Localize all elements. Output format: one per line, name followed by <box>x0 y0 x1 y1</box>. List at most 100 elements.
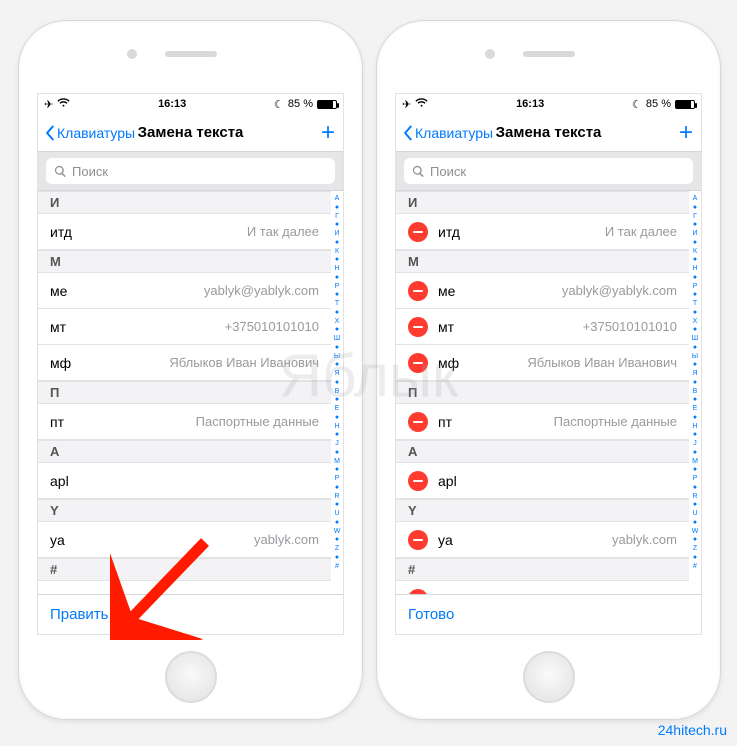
section-index[interactable]: А●Г●И●К●Н●Р●Т●Х●Ш●Ы●Я●B●E●H●J●M●P●R●U●W●… <box>689 191 701 594</box>
delete-button[interactable] <box>408 353 428 373</box>
index-letter[interactable]: B <box>331 388 343 397</box>
index-letter[interactable]: B <box>689 388 701 397</box>
shortcut-row[interactable]: V¯\_(ツ)_/¯ <box>396 581 689 594</box>
index-letter[interactable]: И <box>331 230 343 239</box>
index-letter[interactable]: ● <box>331 291 343 300</box>
index-letter[interactable]: W <box>331 528 343 537</box>
index-letter[interactable]: Ы <box>331 353 343 362</box>
index-letter[interactable]: U <box>331 510 343 519</box>
back-button[interactable]: Клавиатуры <box>402 125 493 141</box>
search-input[interactable]: Поиск <box>46 158 335 184</box>
index-letter[interactable]: ● <box>331 554 343 563</box>
shortcut-row[interactable]: птПаспортные данные <box>38 404 331 440</box>
index-letter[interactable]: R <box>331 493 343 502</box>
index-letter[interactable]: ● <box>331 519 343 528</box>
index-letter[interactable]: ● <box>689 554 701 563</box>
index-letter[interactable]: ● <box>331 536 343 545</box>
index-letter[interactable]: ● <box>689 431 701 440</box>
index-letter[interactable]: Ш <box>331 335 343 344</box>
index-letter[interactable]: Ы <box>689 353 701 362</box>
index-letter[interactable]: К <box>689 248 701 257</box>
index-letter[interactable]: Т <box>331 300 343 309</box>
section-index[interactable]: А●Г●И●К●Н●Р●Т●Х●Ш●Ы●Я●B●E●H●J●M●P●R●U●W●… <box>331 191 343 594</box>
index-letter[interactable]: ● <box>331 484 343 493</box>
shortcut-row[interactable]: меyablyk@yablyk.com <box>38 273 331 309</box>
index-letter[interactable]: R <box>689 493 701 502</box>
index-letter[interactable]: К <box>331 248 343 257</box>
index-letter[interactable]: J <box>331 440 343 449</box>
index-letter[interactable]: ● <box>689 221 701 230</box>
delete-button[interactable] <box>408 281 428 301</box>
index-letter[interactable]: ● <box>689 256 701 265</box>
add-button[interactable]: + <box>679 121 693 145</box>
index-letter[interactable]: Я <box>689 370 701 379</box>
delete-button[interactable] <box>408 222 428 242</box>
index-letter[interactable]: Z <box>689 545 701 554</box>
index-letter[interactable]: M <box>689 458 701 467</box>
shortcut-row[interactable]: yayablyk.com <box>38 522 331 558</box>
shortcut-row[interactable]: мт+375010101010 <box>38 309 331 345</box>
index-letter[interactable]: ● <box>689 344 701 353</box>
add-button[interactable]: + <box>321 121 335 145</box>
index-letter[interactable]: Р <box>689 283 701 292</box>
index-letter[interactable]: E <box>689 405 701 414</box>
delete-button[interactable] <box>408 471 428 491</box>
index-letter[interactable]: ● <box>331 344 343 353</box>
index-letter[interactable]: E <box>331 405 343 414</box>
index-letter[interactable]: Н <box>331 265 343 274</box>
delete-button[interactable] <box>408 589 428 595</box>
delete-button[interactable] <box>408 412 428 432</box>
edit-button[interactable]: Править <box>50 606 109 623</box>
index-letter[interactable]: H <box>689 423 701 432</box>
index-letter[interactable]: ● <box>331 361 343 370</box>
index-letter[interactable]: ● <box>689 291 701 300</box>
index-letter[interactable]: ● <box>689 466 701 475</box>
done-button[interactable]: Готово <box>408 606 454 623</box>
delete-button[interactable] <box>408 530 428 550</box>
index-letter[interactable]: M <box>331 458 343 467</box>
index-letter[interactable]: ● <box>331 221 343 230</box>
index-letter[interactable]: ● <box>689 309 701 318</box>
index-letter[interactable]: ● <box>689 414 701 423</box>
index-letter[interactable]: ● <box>331 239 343 248</box>
index-letter[interactable]: ● <box>331 326 343 335</box>
index-letter[interactable]: ● <box>689 204 701 213</box>
index-letter[interactable]: ● <box>331 204 343 213</box>
index-letter[interactable]: ● <box>331 466 343 475</box>
shortcut-row[interactable]: птПаспортные данные <box>396 404 689 440</box>
index-letter[interactable]: ● <box>689 501 701 510</box>
index-letter[interactable]: ● <box>689 379 701 388</box>
shortcut-row[interactable]: V¯\_(ツ)_/¯ <box>38 581 331 594</box>
shortcut-row[interactable]: мфЯблыков Иван Иванович <box>396 345 689 381</box>
index-letter[interactable]: ● <box>689 519 701 528</box>
index-letter[interactable]: P <box>689 475 701 484</box>
index-letter[interactable]: ● <box>331 414 343 423</box>
index-letter[interactable]: А <box>331 195 343 204</box>
index-letter[interactable]: J <box>689 440 701 449</box>
index-letter[interactable]: ● <box>689 361 701 370</box>
index-letter[interactable]: ● <box>689 484 701 493</box>
shortcut-row[interactable]: yayablyk.com <box>396 522 689 558</box>
index-letter[interactable]: Н <box>689 265 701 274</box>
index-letter[interactable]: ● <box>689 326 701 335</box>
index-letter[interactable]: А <box>689 195 701 204</box>
home-button[interactable] <box>165 651 217 703</box>
index-letter[interactable]: # <box>689 563 701 572</box>
index-letter[interactable]: Ш <box>689 335 701 344</box>
index-letter[interactable]: Х <box>689 318 701 327</box>
index-letter[interactable]: И <box>689 230 701 239</box>
index-letter[interactable]: ● <box>331 379 343 388</box>
delete-button[interactable] <box>408 317 428 337</box>
index-letter[interactable]: ● <box>331 431 343 440</box>
index-letter[interactable]: U <box>689 510 701 519</box>
index-letter[interactable]: Z <box>331 545 343 554</box>
home-button[interactable] <box>523 651 575 703</box>
shortcut-row[interactable]: итдИ так далее <box>396 214 689 250</box>
index-letter[interactable]: Я <box>331 370 343 379</box>
index-letter[interactable]: ● <box>331 256 343 265</box>
index-letter[interactable]: ● <box>331 309 343 318</box>
index-letter[interactable]: Г <box>689 213 701 222</box>
shortcut-row[interactable]: мфЯблыков Иван Иванович <box>38 345 331 381</box>
shortcut-row[interactable]: меyablyk@yablyk.com <box>396 273 689 309</box>
shortcut-row[interactable]: мт+375010101010 <box>396 309 689 345</box>
